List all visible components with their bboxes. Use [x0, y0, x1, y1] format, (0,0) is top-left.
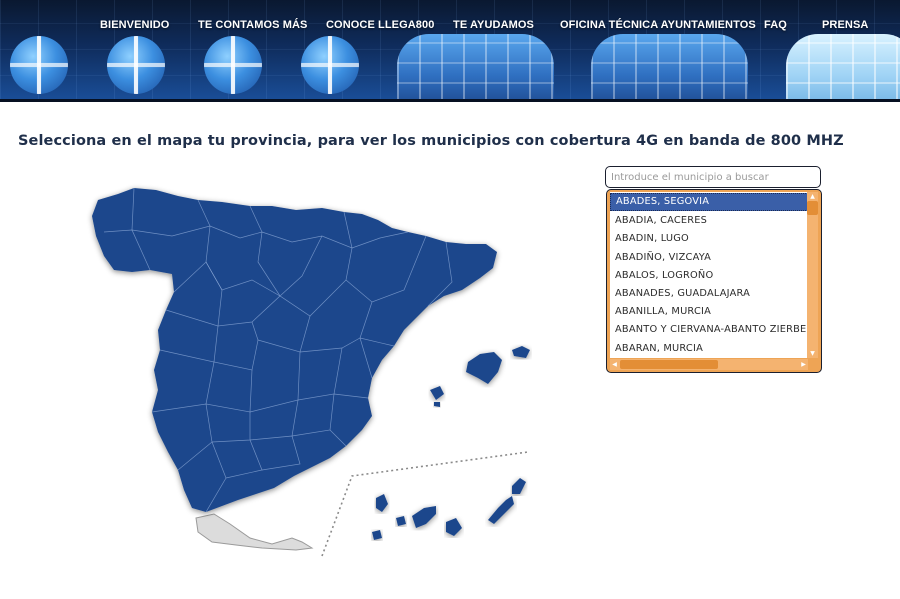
list-item[interactable]: ABANILLA, MURCIA: [610, 303, 808, 321]
island-mallorca[interactable]: [466, 352, 502, 384]
island-la-palma[interactable]: [376, 494, 388, 512]
scroll-down-arrow-icon[interactable]: ▼: [807, 349, 818, 358]
scroll-right-arrow-icon[interactable]: ▶: [799, 359, 808, 370]
list-item[interactable]: ABADIA, CACERES: [610, 212, 808, 230]
island-lanzarote[interactable]: [512, 478, 526, 494]
nav-item-te-contamos-mas[interactable]: TE CONTAMOS MÁS: [198, 19, 307, 31]
list-item[interactable]: ABADIÑO, VIZCAYA: [610, 249, 808, 267]
scroll-up-arrow-icon[interactable]: ▲: [807, 192, 818, 201]
island-menorca[interactable]: [512, 346, 530, 358]
island-ibiza[interactable]: [430, 386, 444, 400]
island-la-gomera[interactable]: [396, 516, 406, 526]
island-gran-canaria[interactable]: [446, 518, 462, 536]
list-item[interactable]: ABALOS, LOGROÑO: [610, 267, 808, 285]
list-item[interactable]: ABANTO Y CIERVANA-ABANTO ZIERBENA: [610, 321, 808, 339]
list-item[interactable]: ABANADES, GUADALAJARA: [610, 285, 808, 303]
scroll-left-arrow-icon[interactable]: ◀: [610, 359, 619, 370]
vertical-scroll-thumb[interactable]: [807, 201, 818, 215]
island-fuerteventura[interactable]: [488, 496, 514, 524]
header-banner: BIENVENIDO TE CONTAMOS MÁS CONOCE LLEGA8…: [0, 0, 900, 102]
horizontal-scrollbar[interactable]: ◀ ▶: [610, 359, 808, 370]
gibraltar-area: [195, 513, 314, 551]
municipality-search-input[interactable]: [605, 166, 821, 188]
list-item[interactable]: ABADIN, LUGO: [610, 230, 808, 248]
nav-item-te-ayudamos[interactable]: TE AYUDAMOS: [453, 19, 534, 31]
spain-province-map: [92, 187, 530, 557]
vertical-scrollbar[interactable]: ▲ ▼: [807, 192, 818, 358]
results-list-viewport: ABADES, SEGOVIA ABADIA, CACERES ABADIN, LU…: [610, 192, 808, 358]
island-formentera[interactable]: [434, 402, 440, 407]
mainland-spain[interactable]: [92, 188, 497, 512]
nav-item-oficina-tecnica[interactable]: OFICINA TÉCNICA AYUNTAMIENTOS: [560, 19, 756, 31]
nav-item-bienvenido[interactable]: BIENVENIDO: [100, 19, 169, 31]
list-item[interactable]: ABADES, SEGOVIA: [610, 193, 808, 212]
main-nav: BIENVENIDO TE CONTAMOS MÁS CONOCE LLEGA8…: [0, 0, 900, 50]
island-tenerife[interactable]: [412, 506, 436, 528]
page-title: Selecciona en el mapa tu provincia, para…: [18, 133, 844, 149]
nav-item-conoce-llega800[interactable]: CONOCE LLEGA800: [326, 19, 434, 31]
banner-bottom-line: [0, 99, 900, 102]
nav-item-prensa[interactable]: PRENSA: [822, 19, 868, 31]
nav-item-faq[interactable]: FAQ: [764, 19, 787, 31]
list-item[interactable]: ABARAN, MURCIA: [610, 340, 808, 358]
island-el-hierro[interactable]: [372, 530, 382, 540]
canary-frame-line: [321, 451, 529, 557]
municipality-results-list[interactable]: ABADES, SEGOVIA ABADIA, CACERES ABADIN, LU…: [606, 189, 822, 373]
horizontal-scroll-thumb[interactable]: [620, 360, 718, 369]
